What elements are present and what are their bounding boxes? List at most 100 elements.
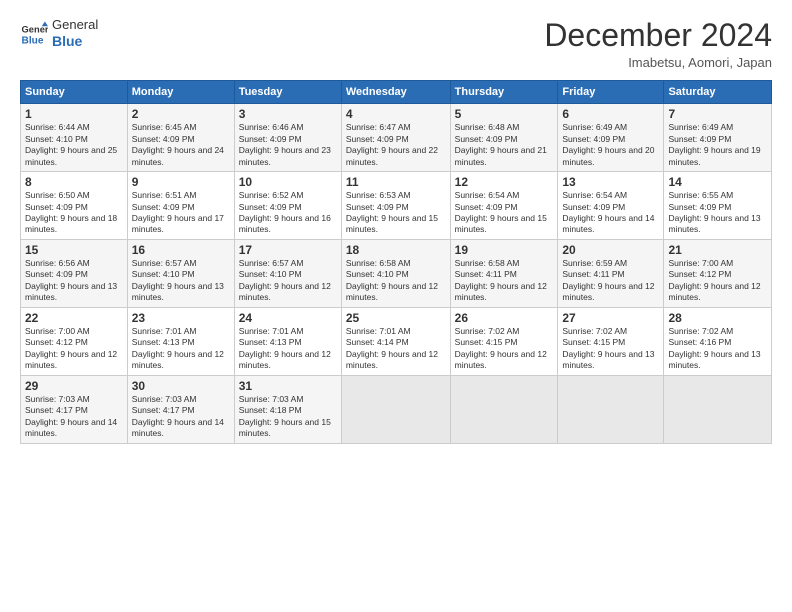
- col-header-thursday: Thursday: [450, 81, 558, 104]
- calendar-cell: 29Sunrise: 7:03 AMSunset: 4:17 PMDayligh…: [21, 375, 128, 443]
- header: General Blue General Blue December 2024 …: [20, 18, 772, 70]
- calendar-cell: 15Sunrise: 6:56 AMSunset: 4:09 PMDayligh…: [21, 239, 128, 307]
- day-number: 27: [562, 311, 659, 325]
- calendar-cell: 21Sunrise: 7:00 AMSunset: 4:12 PMDayligh…: [664, 239, 772, 307]
- logo-blue: Blue: [52, 33, 98, 49]
- day-number: 2: [132, 107, 230, 121]
- cell-info: Sunrise: 6:46 AMSunset: 4:09 PMDaylight:…: [239, 122, 331, 166]
- calendar-cell: 24Sunrise: 7:01 AMSunset: 4:13 PMDayligh…: [234, 307, 341, 375]
- day-number: 21: [668, 243, 767, 257]
- cell-info: Sunrise: 6:51 AMSunset: 4:09 PMDaylight:…: [132, 190, 224, 234]
- calendar-cell: 4Sunrise: 6:47 AMSunset: 4:09 PMDaylight…: [341, 104, 450, 172]
- cell-info: Sunrise: 6:48 AMSunset: 4:09 PMDaylight:…: [455, 122, 547, 166]
- day-number: 31: [239, 379, 337, 393]
- day-number: 25: [346, 311, 446, 325]
- day-number: 1: [25, 107, 123, 121]
- cell-info: Sunrise: 6:57 AMSunset: 4:10 PMDaylight:…: [239, 258, 331, 302]
- day-number: 26: [455, 311, 554, 325]
- day-number: 17: [239, 243, 337, 257]
- cell-info: Sunrise: 7:03 AMSunset: 4:17 PMDaylight:…: [132, 394, 224, 438]
- cell-info: Sunrise: 7:03 AMSunset: 4:17 PMDaylight:…: [25, 394, 117, 438]
- cell-info: Sunrise: 7:02 AMSunset: 4:16 PMDaylight:…: [668, 326, 760, 370]
- calendar-cell: 16Sunrise: 6:57 AMSunset: 4:10 PMDayligh…: [127, 239, 234, 307]
- cell-info: Sunrise: 7:01 AMSunset: 4:13 PMDaylight:…: [132, 326, 224, 370]
- calendar-cell: [341, 375, 450, 443]
- cell-info: Sunrise: 6:47 AMSunset: 4:09 PMDaylight:…: [346, 122, 438, 166]
- title-block: December 2024 Imabetsu, Aomori, Japan: [544, 18, 772, 70]
- day-number: 30: [132, 379, 230, 393]
- day-number: 28: [668, 311, 767, 325]
- svg-text:Blue: Blue: [22, 35, 44, 46]
- calendar-cell: 17Sunrise: 6:57 AMSunset: 4:10 PMDayligh…: [234, 239, 341, 307]
- calendar-cell: 10Sunrise: 6:52 AMSunset: 4:09 PMDayligh…: [234, 172, 341, 240]
- calendar-cell: 12Sunrise: 6:54 AMSunset: 4:09 PMDayligh…: [450, 172, 558, 240]
- day-number: 22: [25, 311, 123, 325]
- calendar-cell: 14Sunrise: 6:55 AMSunset: 4:09 PMDayligh…: [664, 172, 772, 240]
- cell-info: Sunrise: 6:55 AMSunset: 4:09 PMDaylight:…: [668, 190, 760, 234]
- day-number: 10: [239, 175, 337, 189]
- page-subtitle: Imabetsu, Aomori, Japan: [544, 55, 772, 70]
- calendar-cell: 25Sunrise: 7:01 AMSunset: 4:14 PMDayligh…: [341, 307, 450, 375]
- day-number: 7: [668, 107, 767, 121]
- col-header-tuesday: Tuesday: [234, 81, 341, 104]
- calendar-cell: 30Sunrise: 7:03 AMSunset: 4:17 PMDayligh…: [127, 375, 234, 443]
- cell-info: Sunrise: 6:59 AMSunset: 4:11 PMDaylight:…: [562, 258, 654, 302]
- calendar-cell: 19Sunrise: 6:58 AMSunset: 4:11 PMDayligh…: [450, 239, 558, 307]
- cell-info: Sunrise: 7:03 AMSunset: 4:18 PMDaylight:…: [239, 394, 331, 438]
- day-number: 18: [346, 243, 446, 257]
- col-header-friday: Friday: [558, 81, 664, 104]
- cell-info: Sunrise: 6:50 AMSunset: 4:09 PMDaylight:…: [25, 190, 117, 234]
- cell-info: Sunrise: 6:49 AMSunset: 4:09 PMDaylight:…: [668, 122, 760, 166]
- day-number: 11: [346, 175, 446, 189]
- calendar-cell: 26Sunrise: 7:02 AMSunset: 4:15 PMDayligh…: [450, 307, 558, 375]
- logo-general: General: [52, 18, 98, 33]
- day-number: 12: [455, 175, 554, 189]
- calendar-cell: 6Sunrise: 6:49 AMSunset: 4:09 PMDaylight…: [558, 104, 664, 172]
- day-number: 16: [132, 243, 230, 257]
- page: General Blue General Blue December 2024 …: [0, 0, 792, 612]
- calendar-cell: 22Sunrise: 7:00 AMSunset: 4:12 PMDayligh…: [21, 307, 128, 375]
- cell-info: Sunrise: 6:56 AMSunset: 4:09 PMDaylight:…: [25, 258, 117, 302]
- calendar-cell: 13Sunrise: 6:54 AMSunset: 4:09 PMDayligh…: [558, 172, 664, 240]
- col-header-saturday: Saturday: [664, 81, 772, 104]
- day-number: 13: [562, 175, 659, 189]
- page-title: December 2024: [544, 18, 772, 53]
- cell-info: Sunrise: 6:53 AMSunset: 4:09 PMDaylight:…: [346, 190, 438, 234]
- calendar-cell: [450, 375, 558, 443]
- cell-info: Sunrise: 6:45 AMSunset: 4:09 PMDaylight:…: [132, 122, 224, 166]
- day-number: 29: [25, 379, 123, 393]
- calendar-cell: 18Sunrise: 6:58 AMSunset: 4:10 PMDayligh…: [341, 239, 450, 307]
- day-number: 9: [132, 175, 230, 189]
- day-number: 23: [132, 311, 230, 325]
- calendar-table: SundayMondayTuesdayWednesdayThursdayFrid…: [20, 80, 772, 443]
- day-number: 3: [239, 107, 337, 121]
- day-number: 15: [25, 243, 123, 257]
- day-number: 5: [455, 107, 554, 121]
- logo: General Blue General Blue: [20, 18, 98, 49]
- cell-info: Sunrise: 7:00 AMSunset: 4:12 PMDaylight:…: [668, 258, 760, 302]
- day-number: 20: [562, 243, 659, 257]
- col-header-wednesday: Wednesday: [341, 81, 450, 104]
- calendar-cell: 9Sunrise: 6:51 AMSunset: 4:09 PMDaylight…: [127, 172, 234, 240]
- col-header-sunday: Sunday: [21, 81, 128, 104]
- cell-info: Sunrise: 6:58 AMSunset: 4:11 PMDaylight:…: [455, 258, 547, 302]
- day-number: 19: [455, 243, 554, 257]
- cell-info: Sunrise: 7:02 AMSunset: 4:15 PMDaylight:…: [455, 326, 547, 370]
- day-number: 24: [239, 311, 337, 325]
- cell-info: Sunrise: 7:02 AMSunset: 4:15 PMDaylight:…: [562, 326, 654, 370]
- col-header-monday: Monday: [127, 81, 234, 104]
- cell-info: Sunrise: 7:01 AMSunset: 4:14 PMDaylight:…: [346, 326, 438, 370]
- cell-info: Sunrise: 6:44 AMSunset: 4:10 PMDaylight:…: [25, 122, 117, 166]
- cell-info: Sunrise: 6:54 AMSunset: 4:09 PMDaylight:…: [455, 190, 547, 234]
- calendar-cell: 7Sunrise: 6:49 AMSunset: 4:09 PMDaylight…: [664, 104, 772, 172]
- day-number: 14: [668, 175, 767, 189]
- calendar-cell: 3Sunrise: 6:46 AMSunset: 4:09 PMDaylight…: [234, 104, 341, 172]
- calendar-cell: 31Sunrise: 7:03 AMSunset: 4:18 PMDayligh…: [234, 375, 341, 443]
- logo-icon: General Blue: [20, 20, 48, 48]
- day-number: 4: [346, 107, 446, 121]
- calendar-cell: 8Sunrise: 6:50 AMSunset: 4:09 PMDaylight…: [21, 172, 128, 240]
- cell-info: Sunrise: 7:00 AMSunset: 4:12 PMDaylight:…: [25, 326, 117, 370]
- day-number: 6: [562, 107, 659, 121]
- cell-info: Sunrise: 6:57 AMSunset: 4:10 PMDaylight:…: [132, 258, 224, 302]
- calendar-cell: 11Sunrise: 6:53 AMSunset: 4:09 PMDayligh…: [341, 172, 450, 240]
